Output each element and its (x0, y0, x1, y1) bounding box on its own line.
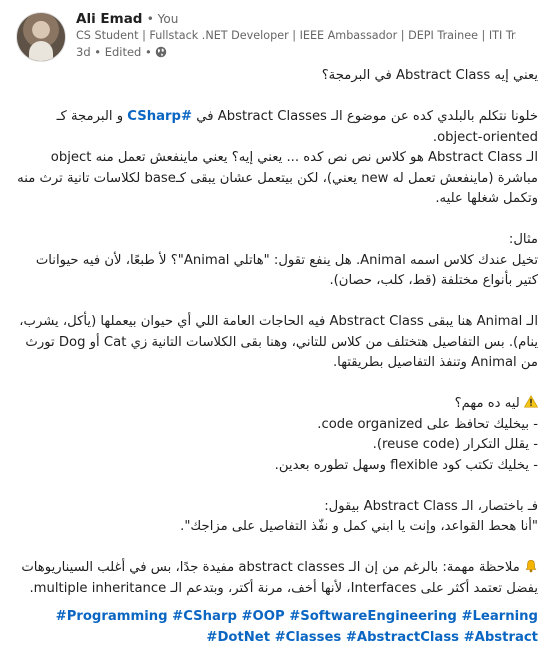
author-name-line: Ali Emad • You (76, 10, 542, 28)
summary-quote: "أنا هحط القواعد، وإنت يا ابني كمل و نفّ… (180, 519, 538, 534)
why-title: ليه ده مهم؟ (454, 396, 520, 411)
animal-paragraph: الـ Animal هنا يبقى Abstract Class فيه ا… (19, 314, 538, 370)
why-item: - يقلل التكرار (reuse code). (372, 437, 538, 452)
author-meta: Ali Emad • You CS Student | Fullstack .N… (76, 10, 542, 60)
intro-paragraph: خلونا نتكلم بالبلدي كده عن موضوع الـ Abs… (16, 107, 538, 148)
warning-icon (524, 395, 538, 408)
hashtags-line[interactable]: DotNet #Classes #AbstractClass #Abstract… (16, 628, 538, 649)
post-card: Ali Emad • You CS Student | Fullstack .N… (0, 0, 550, 655)
hashtags-line[interactable]: Programming #CSharp #OOP #SoftwareEngine… (16, 607, 538, 628)
post-time: 3d • Edited • (76, 45, 152, 59)
author-avatar[interactable] (16, 12, 66, 62)
globe-icon (155, 46, 167, 58)
post-time-line: 3d • Edited • (76, 44, 542, 60)
author-name[interactable]: Ali Emad (76, 11, 142, 27)
example-label: مثال: (508, 232, 538, 247)
why-item: - يخليك تكتب كود flexible وسهل تطوره بعد… (274, 457, 538, 473)
hashtags: Programming #CSharp #OOP #SoftwareEngine… (16, 607, 538, 648)
post-body: يعني إيه Abstract Class في البرمجة؟ خلون… (16, 66, 538, 648)
author-headline: CS Student | Fullstack .NET Developer | … (76, 29, 516, 42)
intro-text-before: خلونا نتكلم بالبلدي كده عن موضوع الـ Abs… (192, 109, 538, 124)
csharp-hashtag-link[interactable]: #CSharp (127, 109, 192, 124)
example-text: تخيل عندك كلاس اسمه Animal. هل ينفع تقول… (35, 252, 538, 289)
important-note: ملاحظة مهمة: بالرغم من إن الـ abstract c… (16, 558, 538, 599)
note-text: ملاحظة مهمة: بالرغم من إن الـ abstract c… (21, 560, 538, 596)
post-title: يعني إيه Abstract Class في البرمجة؟ (321, 68, 538, 83)
bell-icon (525, 560, 537, 573)
connection-degree: • You (146, 12, 179, 26)
post-header: Ali Emad • You CS Student | Fullstack .N… (16, 8, 542, 64)
why-heading: ليه ده مهم؟ (16, 394, 538, 415)
why-item: - بيخليك تحافظ على code organized. (317, 416, 538, 432)
summary-line: فـ باختصار، الـ Abstract Class بيقول: (324, 498, 538, 514)
definition-paragraph: الـ Abstract Class هو كلاس نص نص كده ...… (17, 150, 538, 206)
